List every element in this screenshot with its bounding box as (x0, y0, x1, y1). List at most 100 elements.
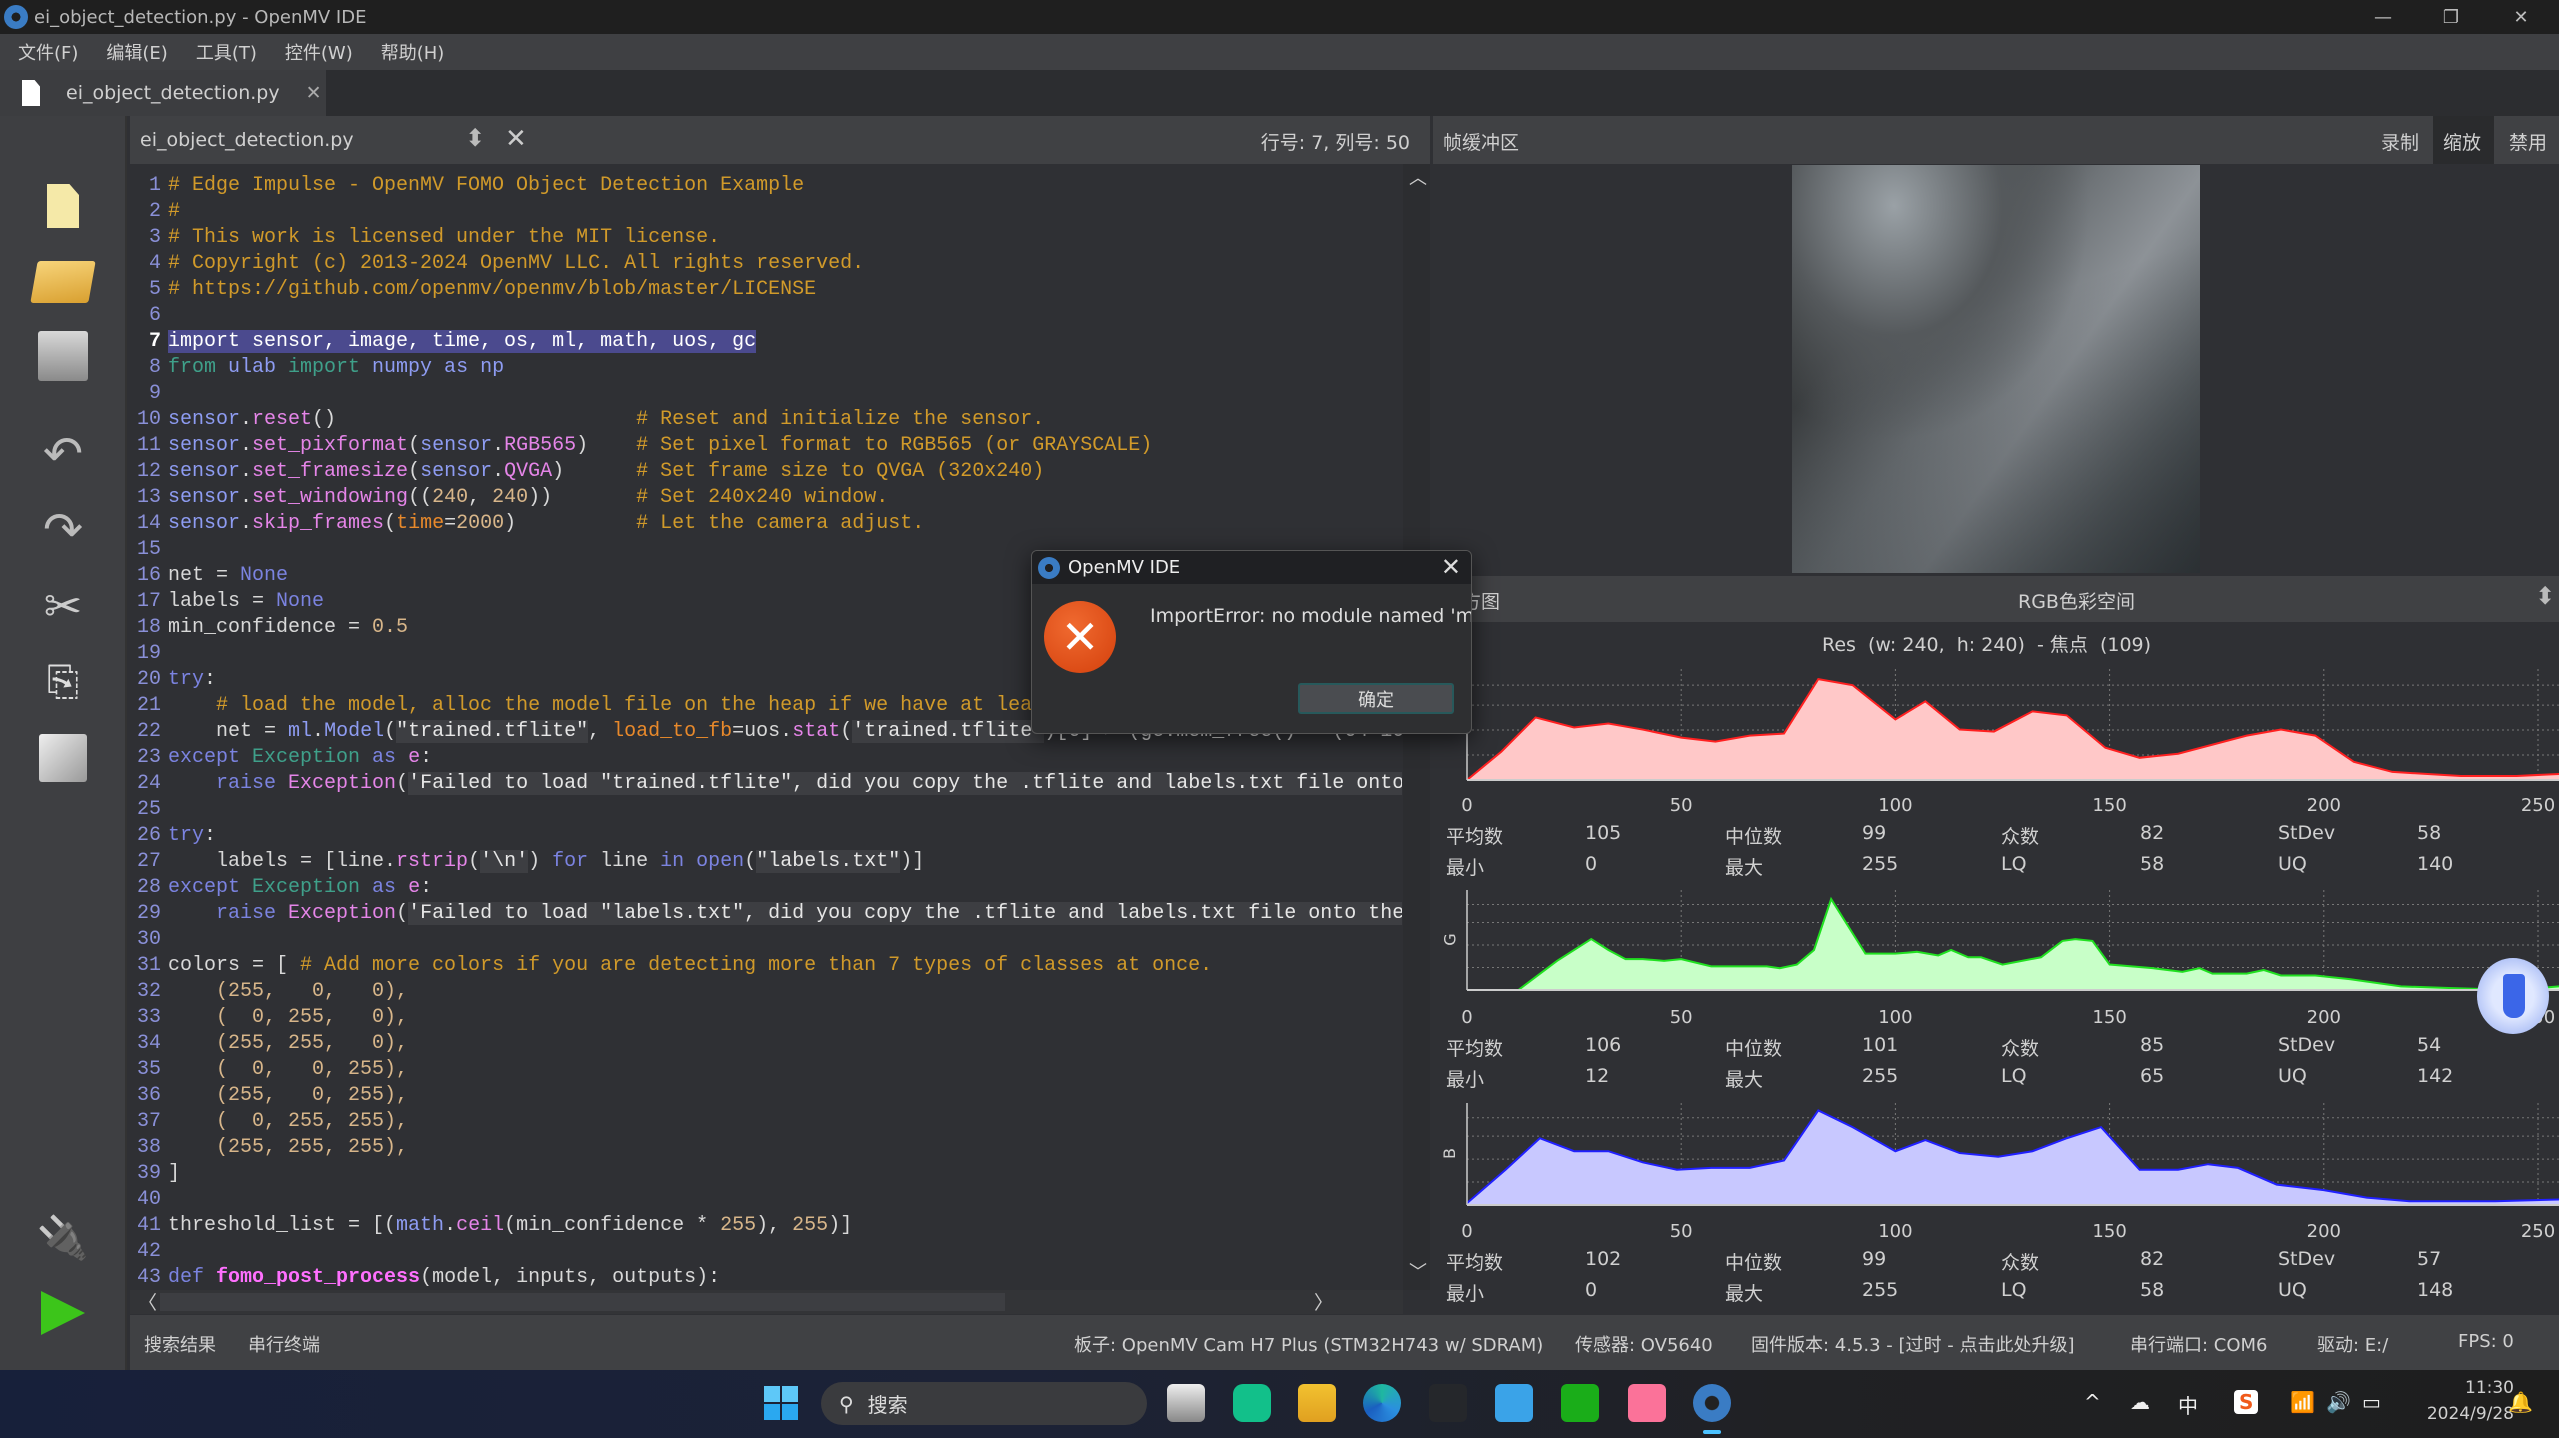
code-line[interactable]: 10 sensor.reset() # Reset and initialize … (130, 407, 1402, 433)
copy-button[interactable]: ⎘ (30, 652, 96, 712)
save-button[interactable] (30, 326, 96, 386)
zoom-button[interactable]: 缩放 (2433, 116, 2494, 164)
code-line[interactable]: 11 sensor.set_pixformat(sensor.RGB565) # … (130, 433, 1402, 459)
code-line[interactable]: 1 # Edge Impulse - OpenMV FOMO Object Det… (130, 173, 1402, 199)
edge-browser-icon[interactable] (1363, 1384, 1401, 1422)
code-line[interactable]: 32 (255, 0, 0), (130, 979, 1402, 1005)
task-view-icon[interactable] (1167, 1384, 1205, 1422)
dialog-close-button[interactable]: ✕ (1441, 553, 1461, 581)
menu-help[interactable]: 帮助(H) (381, 39, 445, 65)
code-line[interactable]: 42 (130, 1239, 1402, 1265)
control-panel-icon[interactable] (1495, 1384, 1533, 1422)
battery-icon[interactable]: ▭ (2362, 1390, 2381, 1414)
scroll-down-icon[interactable]: ﹀ (1409, 1258, 1427, 1284)
code-line[interactable]: 2 # (130, 199, 1402, 225)
record-button[interactable]: 录制 (2381, 128, 2419, 155)
stat-value: 106 (1585, 1034, 1622, 1056)
file-switch-arrows-icon[interactable]: ⬍ (465, 124, 485, 152)
close-window-button[interactable]: ✕ (2491, 0, 2551, 34)
code-line[interactable]: 31 colors = [ # Add more colors if you ar… (130, 953, 1402, 979)
close-editor-icon[interactable]: ✕ (505, 124, 527, 154)
bilibili-icon[interactable] (1628, 1384, 1666, 1422)
code-line[interactable]: 23 except Exception as e: (130, 745, 1402, 771)
code-line[interactable]: 5 # https://github.com/openmv/openmv/blob… (130, 277, 1402, 303)
code-line[interactable]: 13 sensor.set_windowing((240, 240)) # Set… (130, 485, 1402, 511)
code-line[interactable]: 14 sensor.skip_frames(time=2000) # Let th… (130, 511, 1402, 537)
ok-button[interactable]: 确定 (1298, 683, 1454, 714)
wifi-icon[interactable]: 📶 (2290, 1390, 2315, 1414)
notification-bell-icon[interactable]: 🔔 (2508, 1390, 2533, 1414)
wechat-icon[interactable] (1561, 1384, 1599, 1422)
colorspace-arrows-icon[interactable]: ⬍ (2535, 582, 2555, 610)
taskbar-search[interactable]: ⚲ 搜索 (821, 1382, 1147, 1425)
code-line[interactable]: 6 (130, 303, 1402, 329)
dark-app-icon[interactable] (1429, 1384, 1467, 1422)
code-line[interactable]: 39] (130, 1161, 1402, 1187)
restore-button[interactable]: ❐ (2421, 0, 2481, 34)
code-token: Exception (288, 902, 397, 925)
horizontal-scroll-thumb[interactable] (160, 1293, 1005, 1311)
menu-tools[interactable]: 工具(T) (196, 39, 257, 65)
code-line[interactable]: 8 from ulab import numpy as np (130, 355, 1402, 381)
code-line[interactable]: 9 (130, 381, 1402, 407)
paste-button[interactable] (30, 728, 96, 788)
menu-widgets[interactable]: 控件(W) (285, 39, 353, 65)
start-button[interactable] (764, 1386, 798, 1420)
code-line[interactable]: 27 labels = [line.rstrip('\n') for line … (130, 849, 1402, 875)
code-line[interactable]: 25 (130, 797, 1402, 823)
menu-file[interactable]: 文件(F) (18, 39, 78, 65)
code-line[interactable]: 26 try: (130, 823, 1402, 849)
usb-drive-floating-icon[interactable] (2477, 958, 2549, 1034)
tab-close-icon[interactable]: ✕ (306, 82, 322, 104)
code-line[interactable]: 29 raise Exception('Failed to load "labe… (130, 901, 1402, 927)
run-button[interactable] (30, 1283, 96, 1343)
tray-overflow-icon[interactable]: ^ (2084, 1390, 2101, 1414)
tab-ei-object-detection[interactable]: ei_object_detection.py ✕ (0, 70, 326, 116)
new-file-button[interactable] (30, 176, 96, 236)
code-line[interactable]: 7 import sensor, image, time, os, ml, mat… (130, 329, 1402, 355)
code-line[interactable]: 3 # This work is licensed under the MIT l… (130, 225, 1402, 251)
disable-button[interactable]: 禁用 (2509, 128, 2547, 155)
clock-time[interactable]: 11:30 (2430, 1378, 2514, 1398)
redo-button[interactable]: ↷ (30, 500, 96, 560)
minimize-button[interactable]: — (2353, 0, 2413, 34)
onedrive-icon[interactable]: ☁ (2130, 1390, 2150, 1414)
sogou-ime-icon[interactable]: S (2234, 1390, 2259, 1414)
code-line[interactable]: 34 (255, 255, 0), (130, 1031, 1402, 1057)
code-line[interactable]: 43 def fomo_post_process(model, inputs, o… (130, 1265, 1402, 1290)
code-line[interactable]: 35 ( 0, 0, 255), (130, 1057, 1402, 1083)
code-token: set_framesize (252, 460, 409, 483)
ime-indicator[interactable]: 中 (2178, 1390, 2198, 1419)
cut-button[interactable]: ✂ (30, 576, 96, 636)
menu-edit[interactable]: 编辑(E) (106, 39, 167, 65)
code-line[interactable]: 33 ( 0, 255, 0), (130, 1005, 1402, 1031)
openmv-taskbar-icon[interactable] (1693, 1384, 1731, 1422)
undo-button[interactable]: ↶ (30, 424, 96, 484)
code-line[interactable]: 12 sensor.set_framesize(sensor.QVGA) # Se… (130, 459, 1402, 485)
firmware-version-link[interactable]: 固件版本: 4.5.3 - [过时 - 点击此处升级] (1751, 1331, 2075, 1357)
code-line[interactable]: 30 (130, 927, 1402, 953)
code-line[interactable]: 40 (130, 1187, 1402, 1213)
serial-terminal-tab[interactable]: 串行终端 (248, 1331, 320, 1357)
code-line[interactable]: 41 threshold_list = [(math.ceil(min_confi… (130, 1213, 1402, 1239)
volume-icon[interactable]: 🔊 (2326, 1390, 2351, 1414)
open-file-button[interactable] (30, 252, 96, 312)
code-line[interactable]: 24 raise Exception('Failed to load "trai… (130, 771, 1402, 797)
file-explorer-icon[interactable] (1298, 1384, 1336, 1422)
code-line[interactable]: 36 (255, 0, 255), (130, 1083, 1402, 1109)
code-line[interactable]: 38 (255, 255, 255), (130, 1135, 1402, 1161)
clock-date[interactable]: 2024/9/28 (2410, 1404, 2514, 1424)
colorspace-select[interactable]: RGB色彩空间 (2018, 587, 2135, 614)
editor-filename[interactable]: ei_object_detection.py (140, 129, 354, 151)
code-line[interactable]: 37 ( 0, 255, 255), (130, 1109, 1402, 1135)
connect-button[interactable]: 🔌 (30, 1208, 96, 1268)
scroll-left-icon[interactable]: 〈 (138, 1288, 157, 1315)
code-line[interactable]: 4 # Copyright (c) 2013-2024 OpenMV LLC. A… (130, 251, 1402, 277)
search-results-tab[interactable]: 搜索结果 (144, 1331, 216, 1357)
menu-bar: 文件(F) 编辑(E) 工具(T) 控件(W) 帮助(H) (0, 34, 2559, 70)
green-app-icon[interactable] (1233, 1384, 1271, 1422)
code-line[interactable]: 28 except Exception as e: (130, 875, 1402, 901)
scroll-right-icon[interactable]: 〉 (1314, 1288, 1333, 1315)
scroll-up-icon[interactable]: ︿ (1409, 164, 1427, 190)
